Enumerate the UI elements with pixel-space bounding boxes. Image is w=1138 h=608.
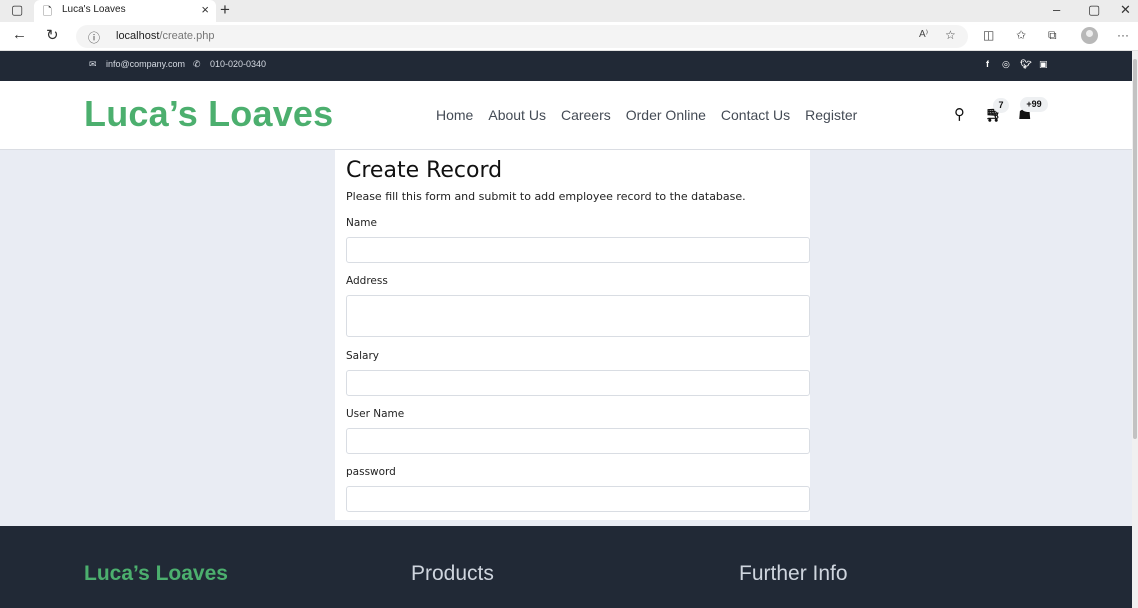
address-input[interactable] [346, 295, 810, 337]
minimize-icon[interactable]: – [1053, 2, 1060, 17]
site-footer: Luca’s Loaves Products Further Info [0, 526, 1132, 608]
restore-icon[interactable]: ▢ [1088, 2, 1100, 18]
page-scrollbar[interactable] [1132, 51, 1138, 608]
username-input[interactable] [346, 428, 810, 454]
instagram-icon[interactable]: ◎ [1002, 59, 1010, 70]
site-logo[interactable]: Luca’s Loaves [84, 93, 333, 135]
twitter-icon[interactable]: 🐦︎ [1020, 59, 1031, 70]
form-subtitle: Please fill this form and submit to add … [346, 190, 746, 203]
tab-title: Luca's Loaves [62, 4, 126, 15]
info-icon[interactable]: ⓘ [88, 29, 100, 46]
browser-tab[interactable]: 🗋 Luca's Loaves × [34, 0, 216, 22]
close-window-icon[interactable]: ✕ [1120, 2, 1131, 18]
back-icon[interactable]: ← [12, 26, 27, 43]
new-tab-icon[interactable]: + [220, 0, 230, 20]
cart-count-badge: 7 [993, 98, 1009, 113]
search-icon[interactable]: ⚲ [954, 105, 965, 123]
more-icon[interactable]: ··· [1117, 28, 1129, 42]
footer-further-info-heading: Further Info [739, 562, 848, 585]
facebook-icon[interactable]: f [986, 59, 989, 69]
salary-input[interactable] [346, 370, 810, 396]
collections-icon[interactable]: ⧉ [1048, 28, 1057, 43]
browser-tab-bar: ▢ 🗋 Luca's Loaves × + – ▢ ✕ [0, 0, 1138, 22]
read-aloud-icon[interactable]: A⁾ [919, 29, 928, 40]
address-bar-row: ← ↻ ⓘ localhost/create.php A⁾ ☆ ◫ ✩ ⧉ ··… [0, 22, 1138, 51]
password-input[interactable] [346, 486, 810, 512]
create-record-form: Create Record Please fill this form and … [335, 150, 810, 520]
top-info-bar: ✉ info@company.com ✆ 010-020-0340 f ◎ 🐦︎… [0, 51, 1132, 81]
favorites-icon[interactable]: ✩ [1016, 28, 1026, 42]
footer-products-heading: Products [411, 562, 494, 585]
nav-contact-us[interactable]: Contact Us [721, 107, 790, 123]
url-text: localhost/create.php [116, 30, 215, 42]
form-title: Create Record [346, 158, 503, 183]
mail-icon: ✉ [89, 59, 97, 69]
nav-order-online[interactable]: Order Online [626, 107, 706, 123]
password-label: password [346, 466, 396, 478]
site-header: Luca’s Loaves Home About Us Careers Orde… [0, 81, 1132, 150]
scrollbar-thumb[interactable] [1133, 59, 1137, 439]
tab-actions-icon[interactable]: ▢ [11, 2, 23, 18]
name-input[interactable] [346, 237, 810, 263]
user-count-badge: +99 [1020, 97, 1048, 112]
footer-brand: Luca’s Loaves [84, 562, 228, 585]
phone-link[interactable]: 010-020-0340 [210, 59, 266, 69]
name-label: Name [346, 217, 377, 229]
favorite-icon[interactable]: ☆ [945, 28, 956, 42]
nav-about-us[interactable]: About Us [488, 107, 546, 123]
address-label: Address [346, 275, 388, 287]
phone-icon: ✆ [193, 59, 201, 69]
email-link[interactable]: info@company.com [106, 59, 185, 69]
refresh-icon[interactable]: ↻ [46, 26, 59, 44]
profile-avatar[interactable] [1081, 27, 1098, 44]
nav-home[interactable]: Home [436, 107, 473, 123]
split-screen-icon[interactable]: ◫ [983, 28, 994, 42]
salary-label: Salary [346, 350, 379, 362]
main-nav: Home About Us Careers Order Online Conta… [436, 107, 872, 123]
username-label: User Name [346, 408, 405, 420]
page-icon: 🗋 [43, 6, 52, 18]
nav-careers[interactable]: Careers [561, 107, 611, 123]
linkedin-icon[interactable]: ▣ [1039, 59, 1048, 70]
url-input[interactable]: ⓘ localhost/create.php A⁾ ☆ [76, 25, 968, 48]
close-tab-icon[interactable]: × [201, 2, 209, 17]
nav-register[interactable]: Register [805, 107, 857, 123]
